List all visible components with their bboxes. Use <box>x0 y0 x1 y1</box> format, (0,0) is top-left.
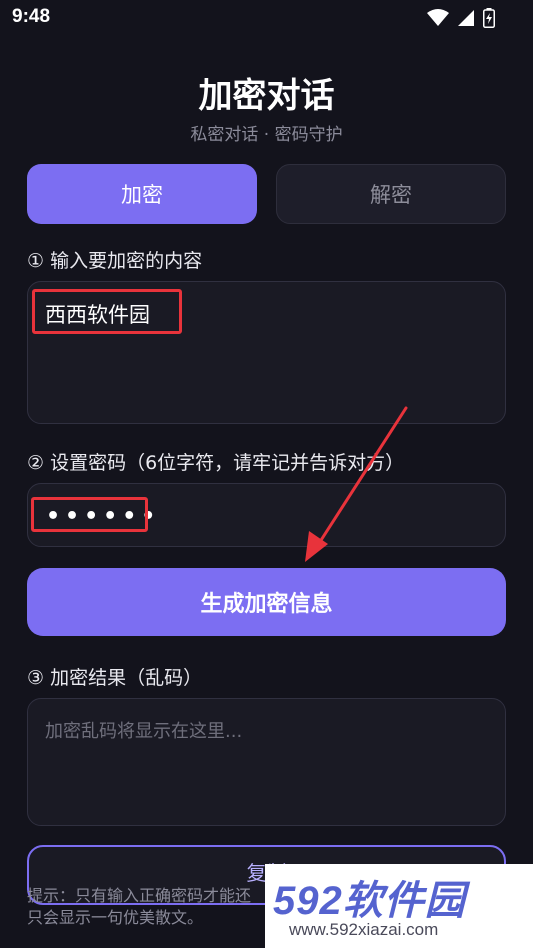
highlight-box-content <box>32 289 182 334</box>
content-label: ① 输入要加密的内容 <box>27 250 203 272</box>
signal-icon <box>457 9 475 31</box>
status-time: 9:48 <box>12 6 51 27</box>
result-placeholder: 加密乱码将显示在这里... <box>45 721 243 742</box>
watermark-url: www.592xiazai.com <box>289 920 439 939</box>
watermark: 592软件园 www.592xiazai.com <box>265 864 533 948</box>
page-title: 加密对话 <box>198 76 335 116</box>
tab-encrypt[interactable]: 加密 <box>27 164 257 224</box>
password-label: ② 设置密码（6位字符，请牢记并告诉对方） <box>27 452 405 474</box>
generate-encrypted-button[interactable]: 生成加密信息 <box>27 568 506 636</box>
status-icons <box>427 8 495 32</box>
result-label: ③ 加密结果（乱码） <box>27 667 203 689</box>
tab-decrypt[interactable]: 解密 <box>276 164 506 224</box>
highlight-box-password <box>31 497 148 532</box>
watermark-logo: 592软件园 <box>273 879 466 923</box>
hint-text: 提示：只有输入正确密码才能还 只会显示一句优美散文。 <box>27 886 252 927</box>
wifi-icon <box>427 9 449 31</box>
page-subtitle: 私密对话 · 密码守护 <box>190 125 343 145</box>
status-bar: 9:48 <box>0 0 533 36</box>
battery-charging-icon <box>483 8 495 32</box>
